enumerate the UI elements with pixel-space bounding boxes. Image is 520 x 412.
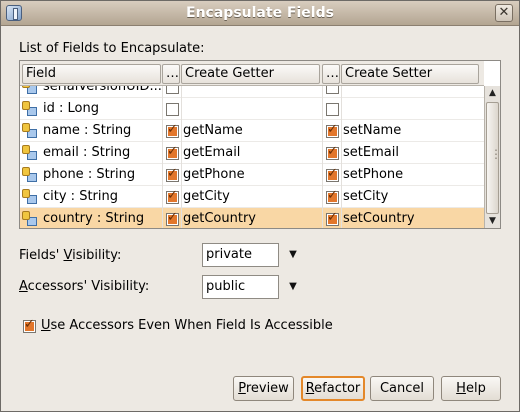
getter-name-cell[interactable]: getName bbox=[183, 120, 318, 142]
fields-visibility-label: Fields' Visibility: bbox=[19, 248, 122, 263]
header-create-getter[interactable]: Create Getter bbox=[181, 64, 320, 84]
table-header: Field … Create Getter … Create Setter bbox=[20, 61, 484, 86]
setter-checkbox[interactable]: ✓ bbox=[326, 166, 339, 182]
table-row[interactable]: id : Long bbox=[20, 98, 484, 120]
setter-name-cell[interactable]: setCountry bbox=[343, 208, 478, 228]
field-icon bbox=[22, 145, 38, 161]
chevron-down-icon[interactable]: ▼ bbox=[285, 245, 301, 265]
setter-name-cell[interactable] bbox=[343, 86, 478, 98]
getter-name-cell[interactable] bbox=[183, 86, 318, 98]
getter-name-cell[interactable]: getCity bbox=[183, 186, 318, 208]
field-icon bbox=[22, 167, 38, 183]
setter-name-cell[interactable]: setPhone bbox=[343, 164, 478, 186]
setter-name-cell[interactable]: setName bbox=[343, 120, 478, 142]
getter-checkbox[interactable]: ✓ bbox=[166, 122, 179, 138]
scroll-down-icon[interactable]: ▼ bbox=[486, 215, 499, 228]
accessors-visibility-select[interactable]: public bbox=[202, 275, 279, 299]
getter-checkbox[interactable] bbox=[166, 103, 179, 116]
setter-name-cell[interactable]: setEmail bbox=[343, 142, 478, 164]
setter-name-cell[interactable] bbox=[343, 98, 478, 120]
getter-checkbox[interactable]: ✓ bbox=[166, 188, 179, 204]
field-name-cell: phone : String bbox=[43, 167, 136, 182]
field-icon bbox=[22, 101, 38, 117]
setter-checkbox[interactable]: ✓ bbox=[326, 144, 339, 160]
getter-name-cell[interactable] bbox=[183, 98, 318, 120]
field-name-cell: email : String bbox=[43, 145, 131, 160]
check-icon: ✓ bbox=[327, 144, 338, 159]
check-icon: ✓ bbox=[327, 122, 338, 137]
help-button[interactable]: Help bbox=[441, 376, 501, 401]
field-name-cell: name : String bbox=[43, 123, 132, 138]
field-icon bbox=[22, 211, 38, 227]
scroll-up-icon[interactable]: ▲ bbox=[486, 87, 499, 100]
use-accessors-checkbox[interactable]: ✓ bbox=[23, 317, 36, 333]
field-name-cell: city : String bbox=[43, 189, 118, 204]
getter-checkbox[interactable]: ✓ bbox=[166, 144, 179, 160]
encapsulate-fields-dialog: Encapsulate Fields ✕ List of Fields to E… bbox=[0, 0, 520, 412]
check-icon: ✓ bbox=[327, 210, 338, 225]
header-field[interactable]: Field bbox=[22, 64, 161, 84]
getter-name-cell[interactable]: getPhone bbox=[183, 164, 318, 186]
check-icon: ✓ bbox=[24, 317, 35, 332]
field-name-cell: country : String bbox=[43, 211, 145, 226]
use-accessors-label[interactable]: Use Accessors Even When Field Is Accessi… bbox=[41, 318, 333, 333]
check-icon: ✓ bbox=[327, 188, 338, 203]
getter-name-cell[interactable]: getEmail bbox=[183, 142, 318, 164]
window-title: Encapsulate Fields bbox=[186, 5, 334, 21]
header-getter-check[interactable]: … bbox=[162, 64, 180, 84]
chevron-down-icon[interactable]: ▼ bbox=[285, 277, 301, 297]
refactor-button[interactable]: Refactor bbox=[301, 376, 365, 401]
table-row[interactable]: email : String ✓ ✓ getEmail setEmail bbox=[20, 142, 484, 164]
getter-checkbox[interactable] bbox=[166, 86, 179, 94]
getter-checkbox[interactable]: ✓ bbox=[166, 210, 179, 226]
field-name-cell: id : Long bbox=[43, 101, 99, 116]
title-bar[interactable]: Encapsulate Fields ✕ bbox=[1, 1, 519, 26]
check-icon: ✓ bbox=[167, 210, 178, 225]
table-row[interactable]: city : String ✓ ✓ getCity setCity bbox=[20, 186, 484, 208]
setter-checkbox[interactable]: ✓ bbox=[326, 188, 339, 204]
vertical-scrollbar[interactable]: ▲ ▼ bbox=[484, 86, 500, 228]
cancel-button[interactable]: Cancel bbox=[370, 376, 434, 401]
table-row[interactable]: serialVersionUID... bbox=[20, 86, 484, 98]
check-icon: ✓ bbox=[327, 166, 338, 181]
check-icon: ✓ bbox=[167, 122, 178, 137]
setter-checkbox[interactable]: ✓ bbox=[326, 210, 339, 226]
table-body: serialVersionUID... id : Long name : Strin… bbox=[20, 86, 484, 228]
scroll-thumb[interactable] bbox=[486, 102, 500, 214]
fields-visibility-select[interactable]: private bbox=[202, 243, 279, 267]
field-icon bbox=[22, 189, 38, 205]
check-icon: ✓ bbox=[167, 188, 178, 203]
field-icon bbox=[22, 86, 38, 95]
field-name-cell: serialVersionUID... bbox=[43, 86, 161, 94]
field-icon bbox=[22, 123, 38, 139]
setter-name-cell[interactable]: setCity bbox=[343, 186, 478, 208]
header-setter-check[interactable]: … bbox=[322, 64, 340, 84]
table-row[interactable]: name : String ✓ ✓ getName setName bbox=[20, 120, 484, 142]
table-row[interactable]: country : String ✓ ✓ getCountry setCountry bbox=[20, 208, 484, 228]
setter-checkbox[interactable] bbox=[326, 103, 339, 116]
fields-list-label: List of Fields to Encapsulate: bbox=[19, 41, 205, 56]
getter-name-cell[interactable]: getCountry bbox=[183, 208, 318, 228]
getter-checkbox[interactable]: ✓ bbox=[166, 166, 179, 182]
preview-button[interactable]: Preview bbox=[233, 376, 294, 401]
accessors-visibility-label: Accessors' Visibility: bbox=[19, 279, 150, 294]
close-icon: ✕ bbox=[498, 5, 510, 20]
header-create-setter[interactable]: Create Setter bbox=[341, 64, 479, 84]
table-row[interactable]: phone : String ✓ ✓ getPhone setPhone bbox=[20, 164, 484, 186]
setter-checkbox[interactable]: ✓ bbox=[326, 122, 339, 138]
check-icon: ✓ bbox=[167, 144, 178, 159]
close-button[interactable]: ✕ bbox=[495, 4, 513, 22]
setter-checkbox[interactable] bbox=[326, 86, 339, 94]
fields-table: Field … Create Getter … Create Setter se… bbox=[19, 60, 501, 229]
check-icon: ✓ bbox=[167, 166, 178, 181]
